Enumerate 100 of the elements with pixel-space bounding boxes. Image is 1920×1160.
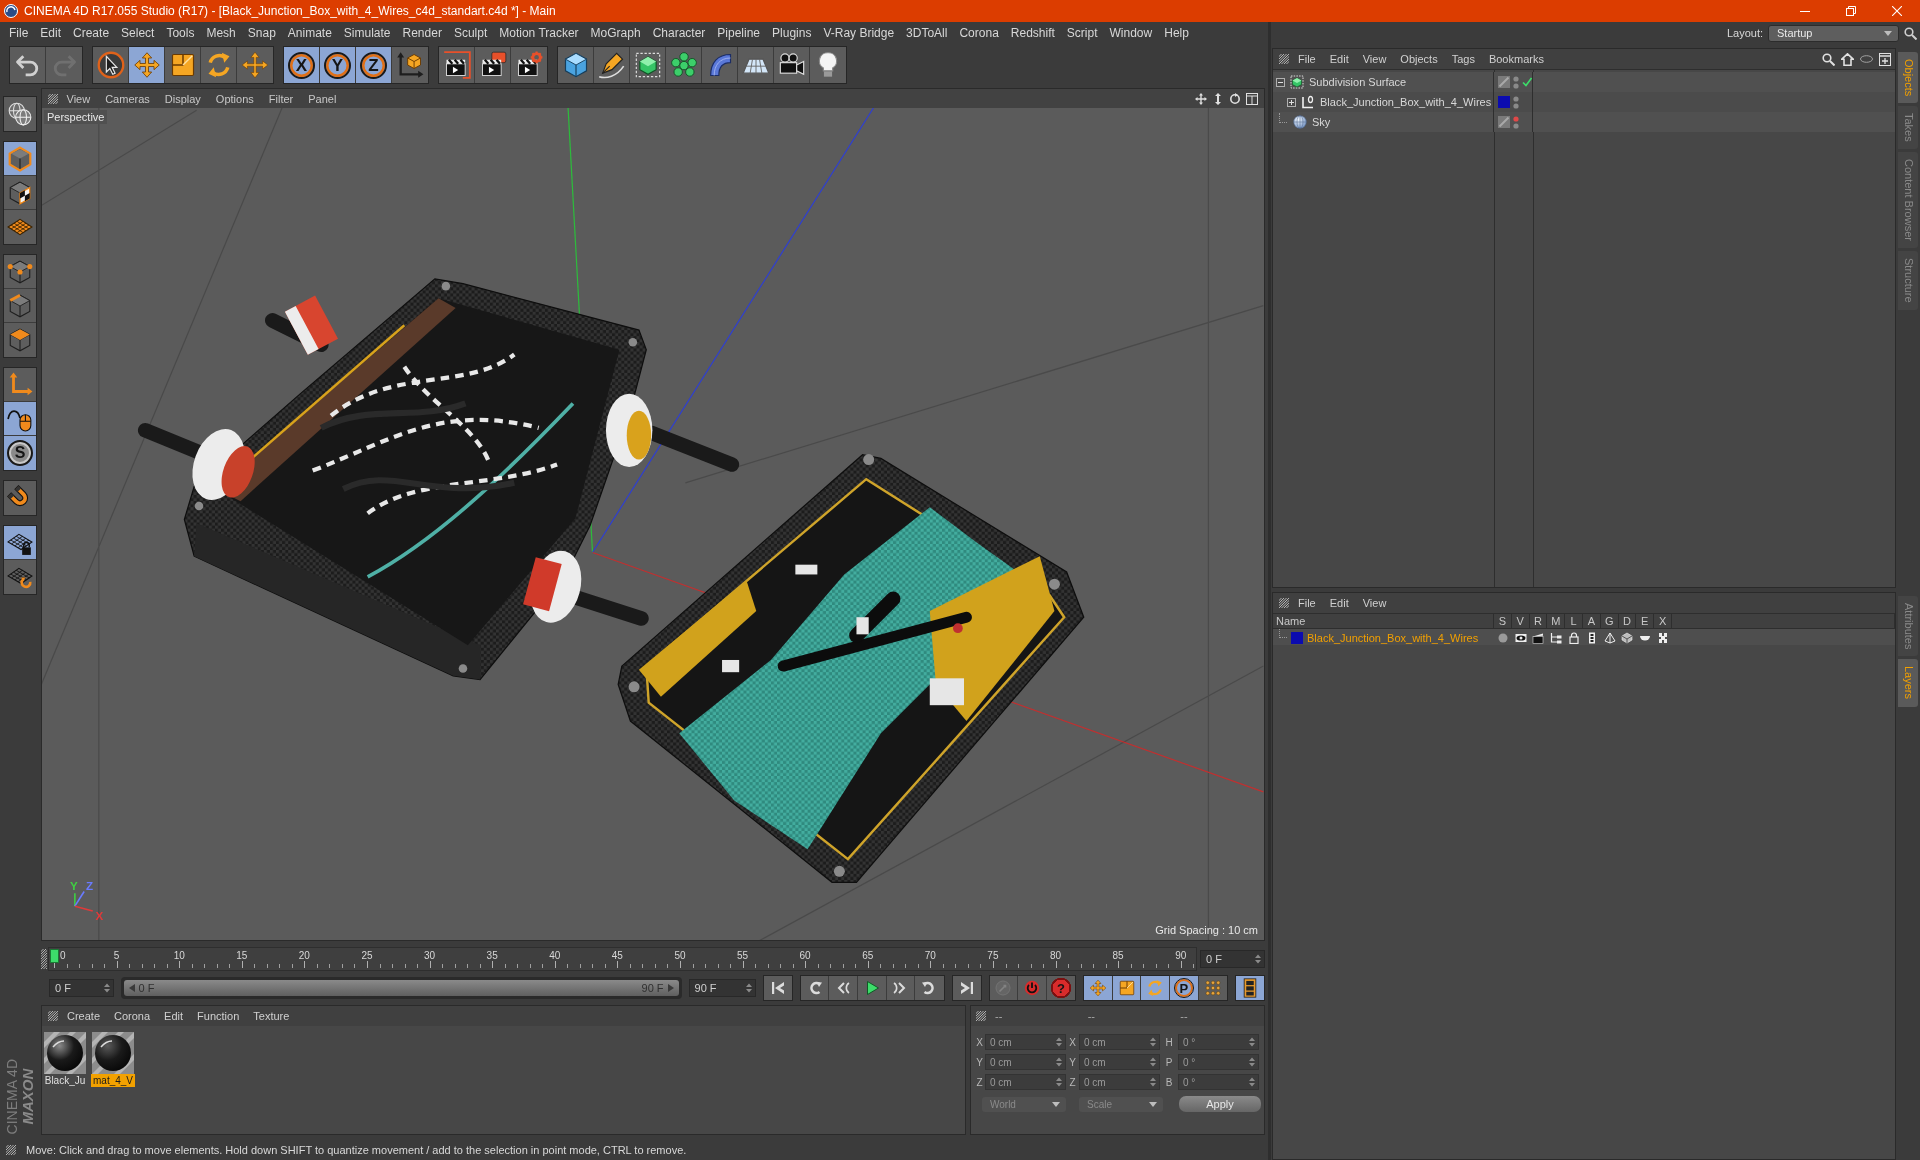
- menu-item[interactable]: Objects: [1393, 53, 1445, 65]
- menu-item[interactable]: Create: [67, 24, 116, 42]
- menu-item[interactable]: Bookmarks: [1481, 53, 1551, 65]
- frame-field[interactable]: 0 F: [1200, 950, 1265, 968]
- number-field[interactable]: 0 °: [1178, 1074, 1259, 1090]
- menu-item[interactable]: Edit: [1322, 597, 1356, 609]
- pyramid-icon[interactable]: [1603, 631, 1616, 644]
- model-mode-button[interactable]: [4, 142, 36, 176]
- frame-field[interactable]: 90 F: [688, 979, 757, 997]
- apply-button[interactable]: Apply: [1179, 1096, 1261, 1112]
- timeline-button[interactable]: [1235, 975, 1265, 1001]
- material-name[interactable]: Black_Ju: [42, 1074, 88, 1087]
- solo-dot-icon[interactable]: [1496, 631, 1509, 644]
- menu-item[interactable]: V-Ray Bridge: [817, 24, 901, 42]
- eye-icon[interactable]: [1514, 631, 1527, 644]
- number-field[interactable]: 0 cm: [985, 1054, 1066, 1070]
- menu-item[interactable]: Tools: [160, 24, 201, 42]
- menu-item[interactable]: Cameras: [97, 92, 158, 105]
- layout-dropdown[interactable]: Startup: [1768, 24, 1899, 42]
- menu-item[interactable]: Corona: [953, 24, 1005, 42]
- hierarchy-icon[interactable]: [1550, 631, 1563, 644]
- cube-icon[interactable]: [1621, 631, 1634, 644]
- menu-item[interactable]: Render: [396, 24, 448, 42]
- orbit-icon[interactable]: [1229, 92, 1241, 105]
- tweak-mode-button[interactable]: [4, 402, 36, 436]
- menu-item[interactable]: View: [1355, 597, 1394, 609]
- menu-item[interactable]: MoGraph: [584, 24, 647, 42]
- clapperboard-icon[interactable]: [1532, 631, 1545, 644]
- key-scale-button[interactable]: [1112, 976, 1142, 1000]
- number-field[interactable]: 0 °: [1178, 1054, 1259, 1070]
- restore-icon[interactable]: [1846, 6, 1856, 16]
- layer-color-icon[interactable]: [1498, 96, 1510, 108]
- menu-item[interactable]: Snap: [241, 24, 282, 42]
- menu-item[interactable]: Edit: [1322, 53, 1356, 65]
- menu-item[interactable]: File: [1291, 597, 1323, 609]
- layer-color-icon[interactable]: [1291, 631, 1303, 644]
- menu-item[interactable]: Help: [1158, 24, 1195, 42]
- menu-item[interactable]: Window: [1103, 24, 1159, 42]
- menu-item[interactable]: Tags: [1444, 53, 1482, 65]
- move-tool-button[interactable]: [129, 47, 165, 83]
- material-sphere-icon[interactable]: [92, 1032, 134, 1074]
- number-field[interactable]: 0 cm: [985, 1034, 1066, 1050]
- ellipse-icon[interactable]: [1860, 55, 1873, 63]
- house-icon[interactable]: [1841, 52, 1854, 66]
- menu-item[interactable]: Filter: [261, 92, 301, 105]
- menu-item[interactable]: Animate: [281, 24, 338, 42]
- object-name[interactable]: Sky: [1312, 116, 1331, 128]
- menu-item[interactable]: Plugins: [766, 24, 818, 42]
- number-field[interactable]: 0 °: [1178, 1034, 1259, 1050]
- menu-item[interactable]: Display: [157, 92, 209, 105]
- axis-lock-button[interactable]: X: [284, 47, 320, 83]
- search-icon[interactable]: [1904, 26, 1917, 40]
- material-name[interactable]: mat_4_V: [91, 1074, 135, 1087]
- menu-item[interactable]: Edit: [34, 24, 68, 42]
- axis-lock-button[interactable]: Y: [320, 47, 356, 83]
- menu-item[interactable]: Motion Tracker: [493, 24, 585, 42]
- menu-item[interactable]: Script: [1060, 24, 1104, 42]
- menu-item[interactable]: Edit: [157, 1010, 191, 1022]
- knot-icon[interactable]: [1657, 631, 1670, 644]
- key-rotation-button[interactable]: [1141, 976, 1171, 1000]
- menu-item[interactable]: Select: [115, 24, 161, 42]
- go-to-end-button[interactable]: [951, 975, 982, 1001]
- number-field[interactable]: 0 cm: [1079, 1054, 1160, 1070]
- menu-item[interactable]: View: [59, 92, 98, 105]
- menu-item[interactable]: Function: [190, 1010, 247, 1022]
- number-field[interactable]: 0 cm: [985, 1074, 1066, 1090]
- menu-item[interactable]: Sculpt: [447, 24, 494, 42]
- visibility-dots-icon[interactable]: [1513, 115, 1519, 129]
- snap-button[interactable]: S: [4, 436, 36, 470]
- menu-item[interactable]: File: [1291, 53, 1323, 65]
- menu-item[interactable]: Create: [60, 1010, 108, 1022]
- menu-item[interactable]: Character: [646, 24, 712, 42]
- menu-item[interactable]: Options: [208, 92, 262, 105]
- close-icon[interactable]: [1892, 6, 1902, 16]
- menu-item[interactable]: View: [1355, 53, 1394, 65]
- menu-item[interactable]: Redshift: [1004, 24, 1061, 42]
- playhead-marker[interactable]: [50, 949, 59, 963]
- frame-field[interactable]: 0 F: [49, 979, 114, 997]
- window-icon[interactable]: [1246, 92, 1258, 105]
- visibility-dots-icon[interactable]: [1513, 95, 1519, 109]
- lock-workplane-button[interactable]: [4, 526, 36, 560]
- axis-lock-button[interactable]: Z: [356, 47, 392, 83]
- number-field[interactable]: 0 cm: [1079, 1074, 1160, 1090]
- menu-item[interactable]: Simulate: [337, 24, 397, 42]
- menu-item[interactable]: 3DToAll: [900, 24, 954, 42]
- key-parameter-button[interactable]: P: [1170, 976, 1199, 1000]
- check-icon[interactable]: [1522, 77, 1532, 87]
- visibility-dots-icon[interactable]: [1513, 75, 1519, 89]
- menu-item[interactable]: Panel: [300, 92, 344, 105]
- four-arrows-icon[interactable]: [1195, 92, 1207, 105]
- timeline-ruler[interactable]: 0 5 10 15 20 25 30 35 40 45 50 55 60 65 70 75 80 85 90: [48, 947, 1197, 971]
- menu-item[interactable]: Mesh: [200, 24, 242, 42]
- menu-item[interactable]: Corona: [107, 1010, 158, 1022]
- search-icon[interactable]: [1822, 52, 1835, 66]
- object-name[interactable]: Black_Junction_Box_with_4_Wires: [1320, 96, 1492, 108]
- material-sphere-icon[interactable]: [44, 1032, 86, 1074]
- magnet-button[interactable]: [3, 480, 37, 516]
- menu-item[interactable]: Texture: [246, 1010, 297, 1022]
- plus-box-icon[interactable]: [1287, 97, 1296, 107]
- menu-item[interactable]: Pipeline: [711, 24, 767, 42]
